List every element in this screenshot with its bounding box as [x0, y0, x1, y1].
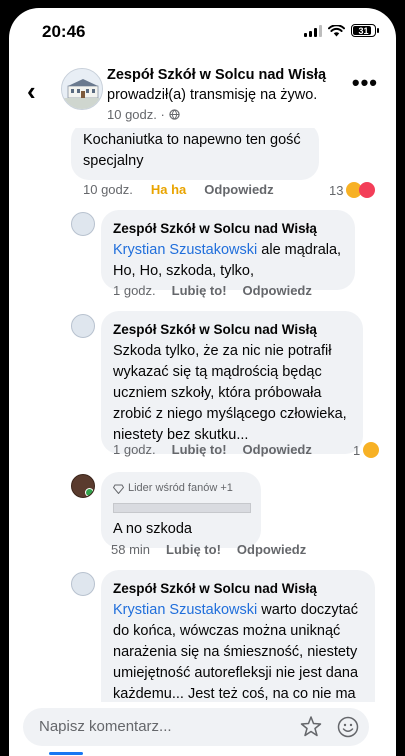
- reaction-summary[interactable]: 1: [353, 442, 380, 458]
- author-avatar[interactable]: [71, 212, 95, 236]
- more-options-icon[interactable]: •••: [352, 70, 378, 96]
- comment-bubble: Kochaniutka to napewno ten gość specjaln…: [71, 128, 319, 180]
- author-avatar[interactable]: [71, 314, 95, 338]
- reaction-count: 13: [329, 182, 344, 198]
- comment-actions: 1 godz. Lubię to! Odpowiedz: [113, 283, 312, 298]
- comment-actions: 10 godz. Ha ha Odpowiedz: [83, 182, 274, 197]
- comment-bubble: Zespół Szkół w Solcu nad Wisłą Krystian …: [101, 210, 355, 290]
- post-meta: 10 godz. ·: [107, 107, 180, 122]
- post-header: ‹ Zespół Szkół w Solcu nad Wisłą prowadz…: [9, 58, 396, 134]
- globe-icon: [169, 109, 180, 120]
- wifi-icon: [328, 24, 345, 36]
- comment-text: A no szkoda: [113, 521, 192, 537]
- cellular-signal-icon: [304, 24, 322, 37]
- like-button[interactable]: Lubię to!: [172, 442, 227, 457]
- comment-actions: 58 min Lubię to! Odpowiedz: [111, 542, 306, 557]
- reaction-summary[interactable]: 13: [329, 182, 376, 198]
- tab-indicator: [49, 752, 83, 755]
- comment-composer: Napisz komentarz...: [9, 702, 396, 756]
- post-subtitle: prowadził(a) transmisję na żywo.: [107, 87, 318, 103]
- comment-time: 1 godz.: [113, 283, 156, 298]
- comment-actions: 1 godz. Lubię to! Odpowiedz: [113, 442, 312, 457]
- comment-author[interactable]: Zespół Szkół w Solcu nad Wisłą: [113, 319, 351, 340]
- comment-bubble: Lider wśród fanów +1 A no szkoda: [101, 472, 261, 548]
- author-avatar[interactable]: [71, 572, 95, 596]
- comments-feed[interactable]: Kochaniutka to napewno ten gość specjaln…: [9, 128, 396, 702]
- comment-author[interactable]: Zespół Szkół w Solcu nad Wisłą: [113, 578, 363, 599]
- composer-icons: [299, 715, 359, 739]
- comment-bubble: Zespół Szkół w Solcu nad Wisłą Krystian …: [101, 570, 375, 702]
- love-emoji-icon: [359, 182, 376, 198]
- reply-button[interactable]: Odpowiedz: [243, 442, 312, 457]
- author-avatar[interactable]: [71, 474, 95, 498]
- status-time: 20:46: [42, 22, 86, 41]
- mention-link[interactable]: Krystian Szustakowski: [113, 242, 257, 258]
- fan-badge-label: Lider wśród fanów +1: [128, 482, 233, 494]
- comment-input[interactable]: Napisz komentarz...: [23, 708, 369, 746]
- comment-time: 10 godz.: [83, 182, 133, 197]
- like-button[interactable]: Lubię to!: [166, 542, 221, 557]
- post-time: 10 godz. ·: [107, 107, 165, 122]
- page-avatar[interactable]: [61, 68, 103, 110]
- battery-level: 31: [358, 25, 369, 36]
- status-bar: 20:46 31: [9, 8, 396, 52]
- school-building-icon: [62, 69, 102, 109]
- comment-placeholder: Napisz komentarz...: [39, 718, 172, 735]
- reply-button[interactable]: Odpowiedz: [243, 283, 312, 298]
- page-title[interactable]: Zespół Szkół w Solcu nad Wisłą: [107, 67, 326, 83]
- fan-badge: Lider wśród fanów +1: [113, 478, 249, 499]
- reply-button[interactable]: Odpowiedz: [237, 542, 306, 557]
- haha-reaction-button[interactable]: Ha ha: [151, 182, 186, 197]
- emoji-icon[interactable]: [337, 716, 359, 738]
- reaction-count: 1: [353, 442, 361, 458]
- mention-link[interactable]: Krystian Szustakowski: [113, 602, 257, 618]
- phone-screen: 20:46 31 ‹ Zespół Szkół w Solcu nad Wisł…: [9, 8, 396, 756]
- comment-time: 58 min: [111, 542, 151, 557]
- back-chevron-icon[interactable]: ‹: [27, 76, 36, 107]
- comment-text: Szkoda tylko, że za nic nie potrafił wyk…: [113, 343, 347, 443]
- avatar-sticker-icon[interactable]: [299, 715, 323, 739]
- battery-icon: 31: [351, 24, 379, 37]
- comment-text: Kochaniutka to napewno ten gość specjaln…: [83, 132, 301, 169]
- redacted-author-name: [113, 503, 251, 513]
- reply-button[interactable]: Odpowiedz: [204, 182, 273, 197]
- comment-bubble: Zespół Szkół w Solcu nad Wisłą Szkoda ty…: [101, 311, 363, 454]
- diamond-icon: [113, 484, 124, 494]
- comment-time: 1 godz.: [113, 442, 156, 457]
- comment-author[interactable]: Zespół Szkół w Solcu nad Wisłą: [113, 218, 343, 239]
- status-icons: 31: [304, 24, 379, 37]
- like-button[interactable]: Lubię to!: [172, 283, 227, 298]
- sad-emoji-icon: [363, 442, 380, 458]
